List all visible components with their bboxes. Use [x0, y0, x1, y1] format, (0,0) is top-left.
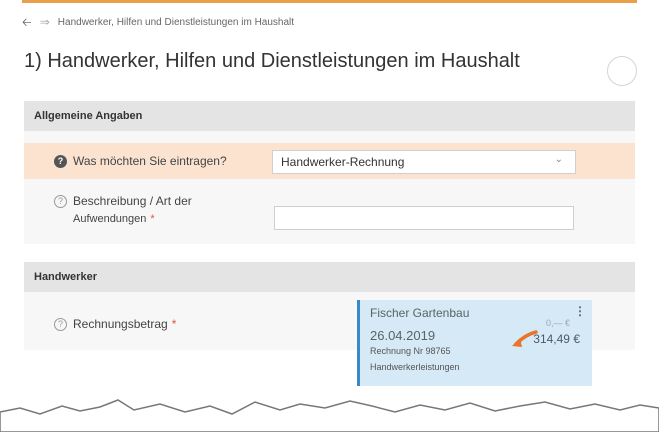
entry-type-select[interactable]: Handwerker-Rechnung ⌄ [272, 150, 576, 174]
completion-status-circle[interactable] [607, 56, 637, 86]
section-header-general: Allgemeine Angaben [24, 101, 635, 131]
help-icon[interactable]: ? [54, 194, 67, 208]
torn-edge-decoration [0, 399, 659, 432]
arrow-left-icon[interactable]: 🡠 [22, 16, 32, 28]
breadcrumb: 🡠 ⇒ Handwerker, Hilfen und Dienstleistun… [22, 14, 294, 30]
help-icon[interactable]: ? [54, 317, 67, 331]
invoice-amount-label: ? Rechnungsbetrag * [54, 317, 176, 331]
required-mark: * [150, 213, 155, 225]
card-pending-amount: 0,— € [545, 318, 570, 328]
app-frame: 🡠 ⇒ Handwerker, Hilfen und Dienstleistun… [0, 0, 659, 432]
card-invoice-number: Rechnung Nr 98765 [370, 346, 451, 356]
arrow-right-icon[interactable]: ⇒ [40, 16, 50, 28]
entry-type-value: Handwerker-Rechnung [281, 155, 405, 169]
info-icon[interactable]: ? [54, 154, 67, 168]
description-input[interactable] [274, 206, 574, 230]
page-title: 1) Handwerker, Hilfen und Dienstleistung… [24, 50, 520, 72]
section-header-craftsman: Handwerker [24, 262, 635, 292]
document-card[interactable]: Fischer Gartenbau 26.04.2019 Rechnung Nr… [357, 300, 592, 386]
card-amount[interactable]: 314,49 € [533, 332, 580, 346]
entry-type-label: ? Was möchten Sie eintragen? [54, 154, 227, 168]
drag-arrow-icon [512, 330, 538, 347]
description-label-line2: Aufwendungen * [73, 213, 155, 225]
top-accent-bar [22, 0, 637, 3]
card-category: Handwerkerleistungen [370, 362, 460, 372]
chevron-down-icon: ⌄ [554, 154, 563, 165]
breadcrumb-text[interactable]: Handwerker, Hilfen und Dienstleistungen … [58, 17, 294, 28]
more-vertical-icon[interactable]: ⋮ [574, 304, 586, 318]
required-mark: * [171, 317, 177, 331]
description-label: ? Beschreibung / Art der [54, 194, 192, 208]
